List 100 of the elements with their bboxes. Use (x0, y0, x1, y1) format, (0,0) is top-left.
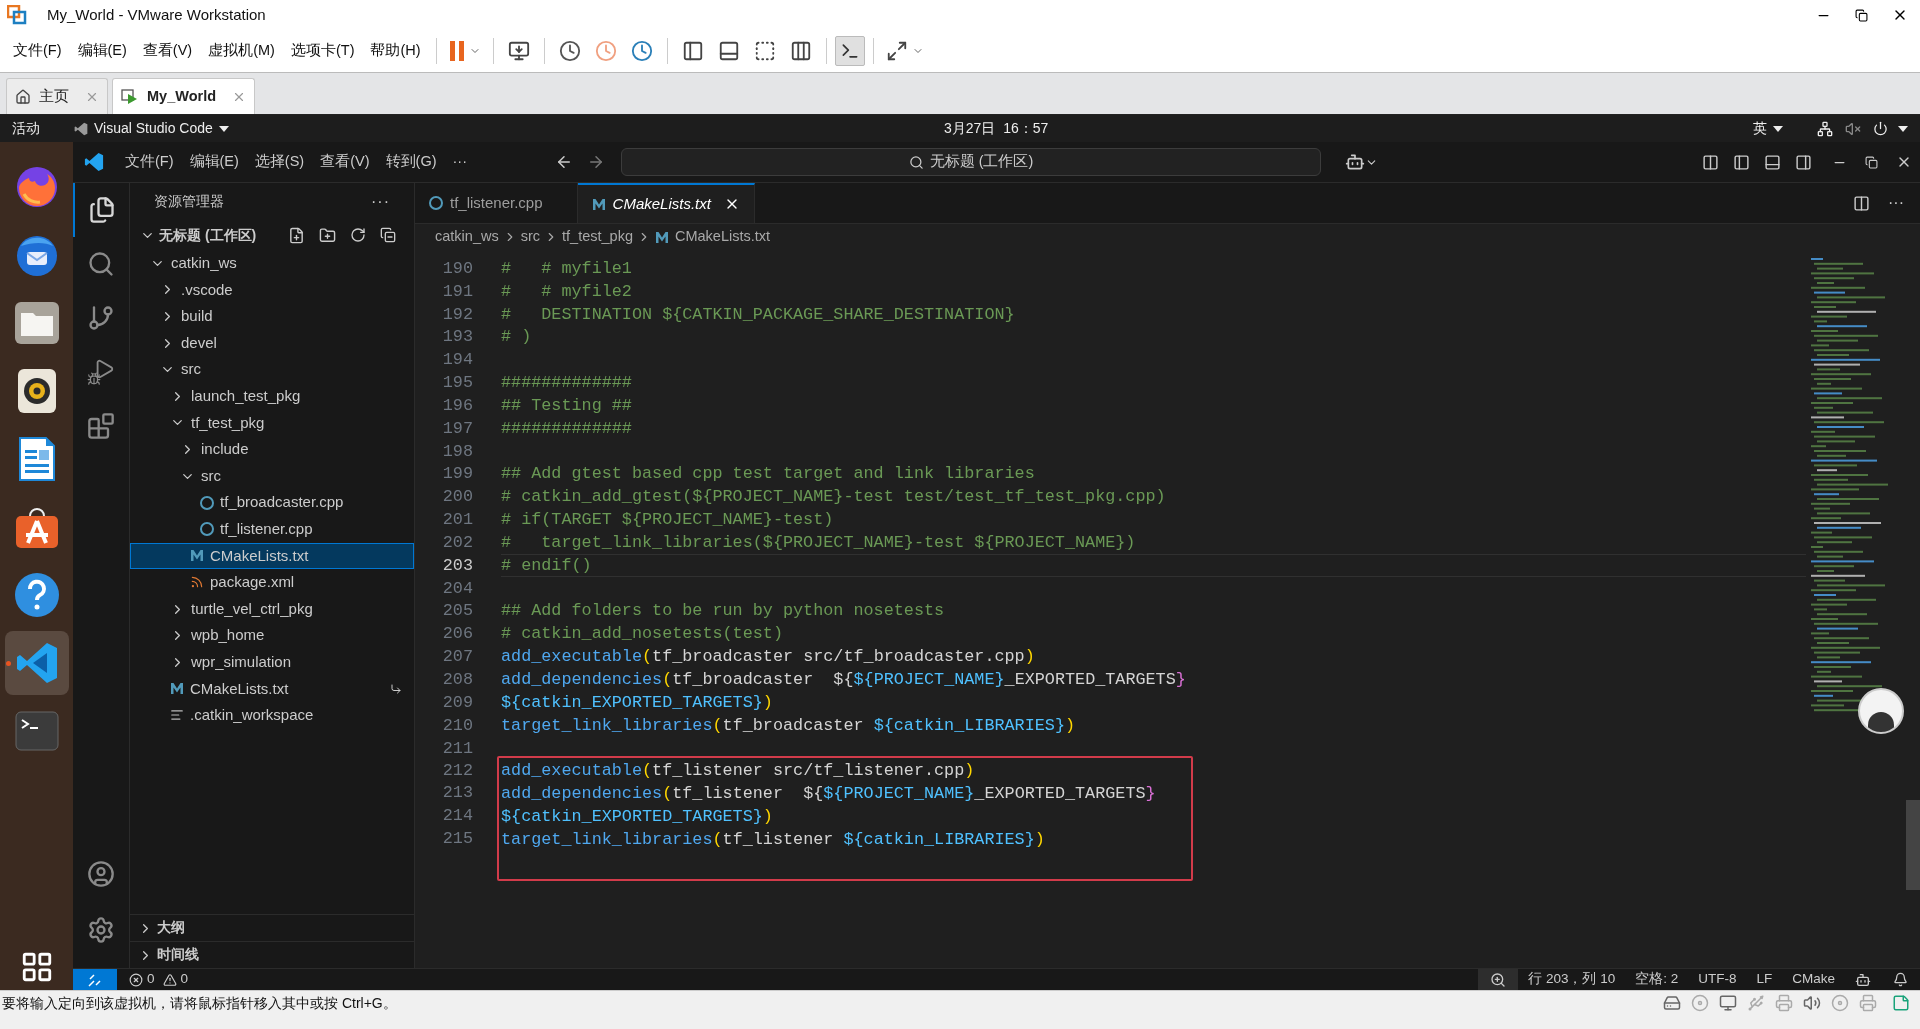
tree-item[interactable]: CMakeLists.txt (130, 542, 414, 570)
breadcrumb[interactable]: tf_test_pkg (562, 226, 633, 248)
menu-item[interactable]: 选择(S) (246, 151, 313, 173)
tab[interactable]: 主页 (6, 78, 108, 114)
tree-item[interactable]: build (130, 303, 414, 330)
console-view-button[interactable] (834, 36, 865, 66)
status-item[interactable]: UTF-8 (1688, 969, 1747, 990)
collapse-all-icon[interactable] (380, 227, 396, 243)
line-number: 205 (441, 600, 474, 623)
sidebar-toggle-icon[interactable] (1733, 153, 1750, 171)
notification-icon[interactable] (1893, 972, 1908, 987)
snapshot-manager-icon[interactable] (630, 40, 653, 62)
branch-icon[interactable] (87, 304, 115, 332)
tree-item[interactable]: wpb_home (130, 622, 414, 649)
layout-icon[interactable] (1702, 153, 1719, 171)
tree-item[interactable]: tf_listener.cpp (130, 515, 414, 543)
line-number: 198 (441, 440, 474, 463)
zoom-icon[interactable] (1490, 971, 1507, 988)
new-folder-icon[interactable] (319, 226, 336, 244)
menu-item[interactable]: 查看(V) (312, 151, 378, 173)
tree-item[interactable]: tf_test_pkg (130, 409, 414, 437)
refresh-icon[interactable] (350, 227, 366, 243)
terminal-icon (14, 711, 59, 751)
breadcrumb[interactable]: src (520, 226, 540, 248)
new-file-icon[interactable] (288, 226, 305, 244)
stretch-icon (885, 40, 908, 62)
thumbnail-view-icon[interactable] (717, 40, 740, 62)
tree-item[interactable]: .vscode (130, 276, 414, 304)
tree-item[interactable]: CMakeLists.txt (130, 675, 414, 703)
tree-item[interactable]: src (130, 462, 414, 490)
tree-item[interactable]: package.xml (130, 569, 414, 596)
menu-item[interactable]: 转到(G) (377, 151, 445, 173)
sound-icon[interactable] (1803, 994, 1821, 1012)
unity-icon[interactable] (789, 40, 812, 62)
code-line: # ) (501, 326, 533, 349)
note-icon[interactable] (1892, 994, 1910, 1012)
editor-tab[interactable]: CMakeLists.txt (577, 183, 755, 223)
tree-item[interactable]: include (130, 436, 414, 463)
fullscreen-icon[interactable] (753, 40, 776, 62)
tree-item[interactable]: launch_test_pkg (130, 382, 414, 410)
menu-item[interactable]: 帮助(H) (363, 40, 428, 62)
settings-icon[interactable] (87, 916, 115, 944)
menu-item[interactable]: 查看(V) (135, 40, 200, 62)
run-debug-icon[interactable] (87, 358, 115, 386)
status-item[interactable]: 空格: 2 (1625, 969, 1689, 990)
snapshot-icon[interactable] (558, 40, 581, 62)
command-center[interactable]: 无标题 (工作区) (621, 148, 1321, 176)
tree-item[interactable]: tf_broadcaster.cpp (130, 489, 414, 516)
status-item[interactable]: LF (1746, 969, 1783, 990)
menu-item[interactable]: 虚拟机(M) (201, 40, 282, 62)
breadcrumb[interactable]: catkin_ws (435, 226, 499, 248)
menu-item[interactable]: 文件(F) (6, 40, 69, 62)
network-adapter-icon[interactable] (1719, 994, 1737, 1012)
network-icon[interactable] (1817, 120, 1833, 137)
menu-item[interactable]: 编辑(E) (70, 40, 134, 62)
account-icon[interactable] (87, 860, 115, 888)
power-icon[interactable] (1873, 121, 1888, 136)
menu-item[interactable]: 文件(F) (117, 151, 182, 173)
tree-item[interactable]: devel (130, 329, 414, 357)
robot-icon[interactable] (1345, 152, 1365, 172)
muted-speaker-icon[interactable] (1845, 120, 1861, 137)
code-line: target_link_libraries(tf_listener ${catkin_LIBRARIES}) (501, 828, 1046, 851)
restore-icon[interactable] (1855, 8, 1868, 22)
tree-item[interactable]: turtle_vel_ctrl_pkg (130, 595, 414, 623)
workspace-title[interactable]: 无标题 (工作区) (159, 224, 274, 246)
search-icon[interactable] (87, 250, 115, 278)
tree-item[interactable]: src (130, 356, 414, 383)
status-item[interactable]: 行 203，列 10 (1518, 969, 1626, 990)
explorer-icon[interactable] (88, 196, 116, 224)
split-editor-icon[interactable] (1853, 194, 1870, 212)
more-actions[interactable]: ··· (371, 190, 390, 214)
problems-button[interactable]: 0 0 (129, 969, 189, 990)
avatar[interactable] (1858, 688, 1904, 734)
menu-item[interactable]: 选项卡(T) (283, 40, 362, 62)
editor-tab[interactable]: tf_listener.cpp (415, 183, 578, 223)
tab[interactable]: My_World (112, 78, 256, 114)
menu-item[interactable]: 编辑(E) (181, 151, 247, 173)
split-panel-icon[interactable] (1795, 153, 1812, 171)
panel-header[interactable]: 大纲 (130, 914, 414, 941)
send-keys-icon[interactable] (507, 40, 530, 62)
restore-icon[interactable] (1865, 155, 1878, 169)
scrollbar-thumb[interactable] (1906, 800, 1920, 890)
caret-icon[interactable] (1898, 125, 1908, 132)
status-item[interactable]: CMake (1782, 969, 1845, 990)
input-method-menu[interactable]: 英 (1753, 118, 1783, 139)
library-view-icon[interactable] (681, 40, 704, 62)
more-actions[interactable]: ··· (1888, 191, 1904, 215)
panel-toggle-icon[interactable] (1764, 153, 1781, 171)
breadcrumb[interactable]: CMakeLists.txt (654, 226, 771, 248)
menu-item[interactable]: ··· (444, 151, 475, 173)
app-menu[interactable]: Visual Studio Code (74, 118, 229, 139)
tree-item[interactable]: .catkin_workspace (130, 702, 414, 729)
forward-arrow-icon[interactable] (587, 153, 605, 171)
caret-icon (218, 125, 229, 132)
robot-icon[interactable] (1855, 971, 1871, 988)
extensions-icon[interactable] (87, 412, 115, 440)
tree-item[interactable]: wpr_simulation (130, 648, 414, 676)
tree-item[interactable]: catkin_ws (130, 250, 414, 277)
clock[interactable]: 3月27日 16：57 (944, 118, 1049, 139)
activities-label[interactable]: 活动 (12, 118, 74, 139)
